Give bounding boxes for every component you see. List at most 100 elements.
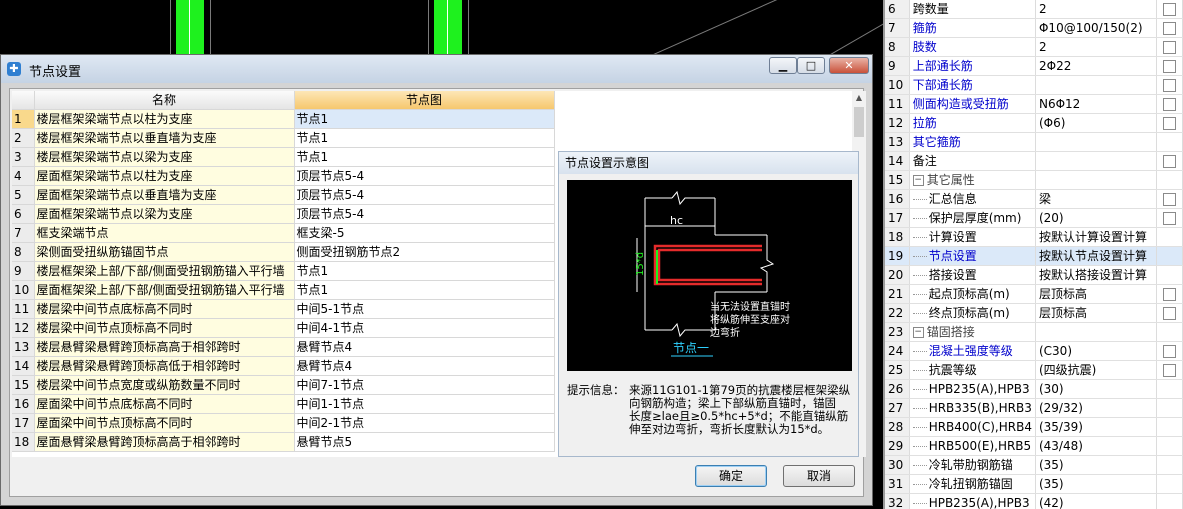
property-value[interactable]: 层顶标高 [1035,303,1158,323]
property-row[interactable]: 32 HPB235(A),HPB3 (42) [885,493,1183,509]
collapse-icon[interactable]: − [912,327,924,338]
ok-button[interactable]: 确定 [695,465,767,487]
property-value[interactable]: (20) [1035,208,1158,228]
property-value[interactable]: (35) [1035,474,1158,494]
row-node-cell[interactable]: 悬臂节点5 [294,432,555,452]
row-number[interactable]: 11 [12,299,35,319]
property-row[interactable]: 9 上部通长筋 2Φ22 [885,56,1183,76]
row-number[interactable]: 5 [12,185,35,205]
property-row[interactable]: 14 备注 [885,151,1183,171]
property-row[interactable]: 23− 锚固搭接 [885,322,1183,342]
property-checkbox[interactable] [1163,117,1177,130]
property-row[interactable]: 25 抗震等级 (四级抗震) [885,360,1183,380]
property-row[interactable]: 29 HRB500(E),HRB5 (43/48) [885,436,1183,456]
row-number[interactable]: 6 [12,204,35,224]
property-value[interactable] [1035,170,1158,190]
property-value[interactable]: (C30) [1035,341,1158,361]
property-value[interactable]: (29/32) [1035,398,1158,418]
property-row[interactable]: 31 冷轧扭钢筋锚固 (35) [885,474,1183,494]
property-value[interactable]: (35) [1035,455,1158,475]
row-node-cell[interactable]: 节点1 [294,109,555,129]
row-number[interactable]: 15 [12,375,35,395]
row-node-cell[interactable]: 中间4-1节点 [294,318,555,338]
property-row[interactable]: 8 肢数 2 [885,37,1183,57]
property-checkbox[interactable] [1163,98,1177,111]
property-checkbox[interactable] [1163,60,1177,73]
property-row[interactable]: 6 跨数量 2 [885,0,1183,19]
row-node-cell[interactable]: 中间7-1节点 [294,375,555,395]
row-number[interactable]: 7 [12,223,35,243]
row-node-cell[interactable]: 中间5-1节点 [294,299,555,319]
property-value[interactable]: 按默认搭接设置计算 [1035,265,1158,285]
property-value[interactable]: (Φ6) [1035,113,1158,133]
property-checkbox[interactable] [1163,364,1177,377]
property-row[interactable]: 19 节点设置 按默认节点设置计算 [885,246,1183,266]
row-number[interactable]: 3 [12,147,35,167]
property-row[interactable]: 10 下部通长筋 [885,75,1183,95]
collapse-icon[interactable]: − [912,175,924,186]
property-row[interactable]: 27 HRB335(B),HRB3 (29/32) [885,398,1183,418]
cancel-button[interactable]: 取消 [783,465,855,487]
table-row[interactable]: 1 楼层框架梁端节点以柱为支座 节点1 [12,109,850,129]
property-value[interactable]: N6Φ12 [1035,94,1158,114]
property-row[interactable]: 21 起点顶标高(m) 层顶标高 [885,284,1183,304]
property-value[interactable] [1035,151,1158,171]
property-value[interactable]: 按默认节点设置计算 [1035,246,1158,266]
table-row[interactable]: 2 楼层框架梁端节点以垂直墙为支座 节点1 [12,128,850,148]
row-node-cell[interactable]: 顶层节点5-4 [294,166,555,186]
column-header-name[interactable]: 名称 [34,91,295,110]
property-row[interactable]: 28 HRB400(C),HRB4 (35/39) [885,417,1183,437]
row-node-cell[interactable]: 节点1 [294,147,555,167]
property-value[interactable]: 2 [1035,0,1158,19]
property-value[interactable]: (四级抗震) [1035,360,1158,380]
property-value[interactable]: Φ10@100/150(2) [1035,18,1158,38]
maximize-button[interactable]: □ [797,57,825,74]
property-row[interactable]: 18 计算设置 按默认计算设置计算 [885,227,1183,247]
row-node-cell[interactable]: 框支梁-5 [294,223,555,243]
row-number[interactable]: 8 [12,242,35,262]
property-row[interactable]: 11 侧面构造或受扭筋 N6Φ12 [885,94,1183,114]
property-row[interactable]: 7 箍筋 Φ10@100/150(2) [885,18,1183,38]
property-value[interactable]: 按默认计算设置计算 [1035,227,1158,247]
row-node-cell[interactable]: 顶层节点5-4 [294,204,555,224]
property-value[interactable]: 梁 [1035,189,1158,209]
row-number[interactable]: 13 [12,337,35,357]
row-number[interactable]: 16 [12,394,35,414]
property-row[interactable]: 26 HPB235(A),HPB3 (30) [885,379,1183,399]
property-checkbox[interactable] [1163,79,1177,92]
property-value[interactable]: (42) [1035,493,1158,509]
row-number[interactable]: 2 [12,128,35,148]
property-row[interactable]: 17 保护层厚度(mm) (20) [885,208,1183,228]
row-node-cell[interactable]: 中间2-1节点 [294,413,555,433]
row-number[interactable]: 10 [12,280,35,300]
property-row[interactable]: 15− 其它属性 [885,170,1183,190]
row-node-cell[interactable]: 节点1 [294,128,555,148]
row-number[interactable]: 17 [12,413,35,433]
row-node-cell[interactable]: 悬臂节点4 [294,337,555,357]
property-checkbox[interactable] [1163,22,1177,35]
property-checkbox[interactable] [1163,3,1177,16]
scroll-up-arrow-icon[interactable]: ▲ [852,91,866,105]
property-row[interactable]: 20 搭接设置 按默认搭接设置计算 [885,265,1183,285]
property-row[interactable]: 13 其它箍筋 [885,132,1183,152]
property-value[interactable] [1035,75,1158,95]
row-node-cell[interactable]: 节点1 [294,261,555,281]
property-value[interactable]: 层顶标高 [1035,284,1158,304]
property-checkbox[interactable] [1163,345,1177,358]
property-checkbox[interactable] [1163,155,1177,168]
property-row[interactable]: 16 汇总信息 梁 [885,189,1183,209]
row-node-cell[interactable]: 悬臂节点4 [294,356,555,376]
property-row[interactable]: 12 拉筋 (Φ6) [885,113,1183,133]
property-value[interactable]: (30) [1035,379,1158,399]
property-checkbox[interactable] [1163,307,1177,320]
property-checkbox[interactable] [1163,41,1177,54]
row-node-cell[interactable]: 中间1-1节点 [294,394,555,414]
row-node-cell[interactable]: 顶层节点5-4 [294,185,555,205]
property-value[interactable]: (43/48) [1035,436,1158,456]
close-button[interactable]: ✕ [829,57,869,74]
scroll-thumb[interactable] [854,107,864,137]
property-checkbox[interactable] [1163,288,1177,301]
property-value[interactable] [1035,132,1158,152]
property-value[interactable] [1035,322,1158,342]
property-value[interactable]: 2 [1035,37,1158,57]
